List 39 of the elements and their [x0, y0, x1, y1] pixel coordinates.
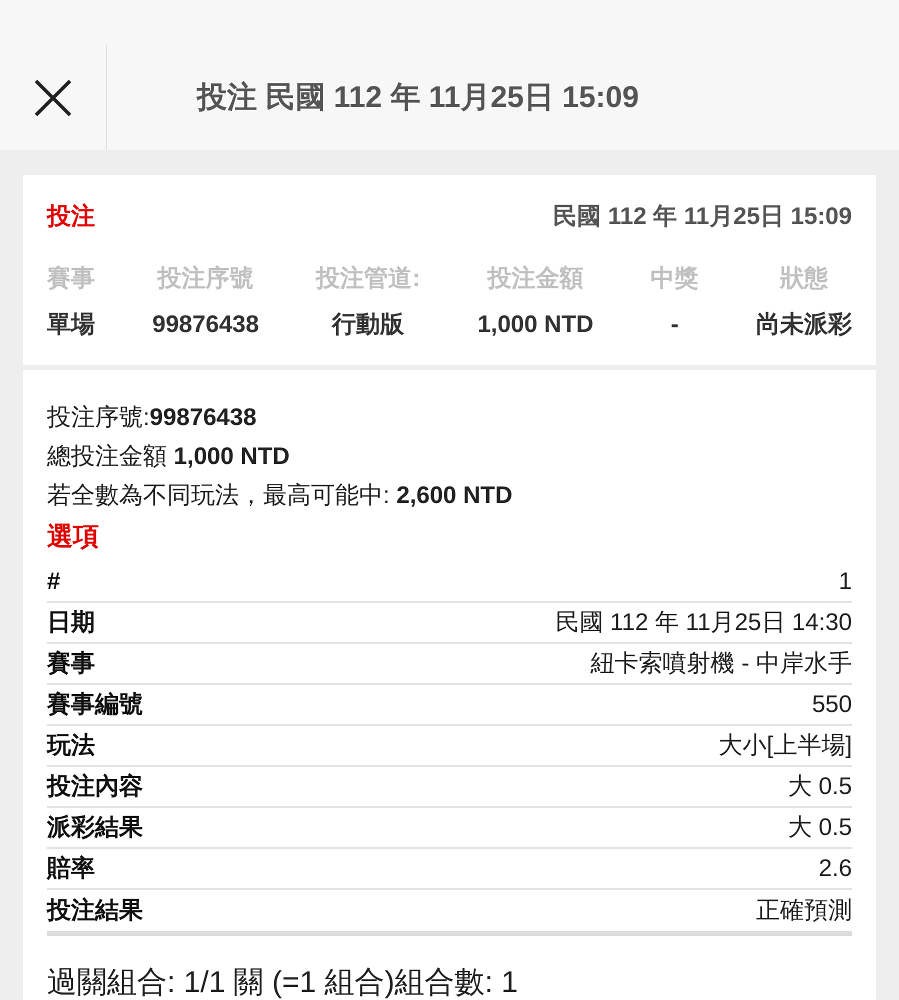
column-value: -: [670, 310, 679, 340]
row-label: 投注結果: [47, 896, 143, 926]
row-value: 大 0.5: [788, 812, 852, 842]
row-label: 賠率: [47, 854, 95, 884]
page-title: 投注 民國 112 年 11月25日 15:09: [195, 80, 639, 116]
row-label: 日期: [47, 608, 95, 638]
column-label: 投注金額: [487, 264, 584, 294]
row-label: 賽事: [47, 648, 95, 678]
column-value: 1,000 NTD: [477, 310, 594, 340]
row-value: 2.6: [818, 854, 852, 884]
close-icon: [34, 78, 72, 116]
detail-line: 總投注金額 1,000 NTD: [47, 442, 291, 472]
parlay-summary: 過關組合: 1/1 關 (=1 組合)組合數: 1: [47, 965, 519, 1000]
column-label: 賽事: [47, 264, 95, 294]
row-label: #: [47, 566, 60, 596]
row-value: 正確預測: [756, 896, 852, 926]
column-label: 中獎: [650, 264, 699, 294]
column-value: 尚未派彩: [756, 310, 852, 340]
row-value: 紐卡索噴射機 - 中岸水手: [590, 648, 852, 678]
row-label: 投注內容: [47, 772, 143, 802]
row-label: 賽事編號: [47, 690, 143, 720]
row-value: 大小[上半場]: [718, 730, 852, 760]
column-value: 單場: [47, 310, 95, 340]
row-value: 550: [812, 690, 852, 720]
row-value: 民國 112 年 11月25日 14:30: [555, 608, 852, 638]
bet-datetime: 民國 112 年 11月25日 15:09: [553, 202, 852, 232]
column-label: 投注序號: [158, 264, 254, 294]
row-label: 派彩結果: [47, 812, 143, 842]
column-value: 99876438: [152, 310, 259, 340]
column-label: 狀態: [780, 264, 828, 294]
detail-line: 若全數為不同玩法，最高可能中: 2,600 NTD: [47, 481, 514, 511]
row-value: 1: [838, 566, 852, 596]
detail-line: 投注序號:99876438: [47, 403, 258, 433]
column-value: 行動版: [332, 310, 404, 340]
row-value: 大 0.5: [788, 772, 852, 802]
section-heading: 選項: [47, 520, 100, 553]
row-label: 玩法: [47, 730, 95, 760]
column-label: 投注管道:: [316, 264, 420, 294]
section-heading: 投注: [47, 202, 95, 232]
